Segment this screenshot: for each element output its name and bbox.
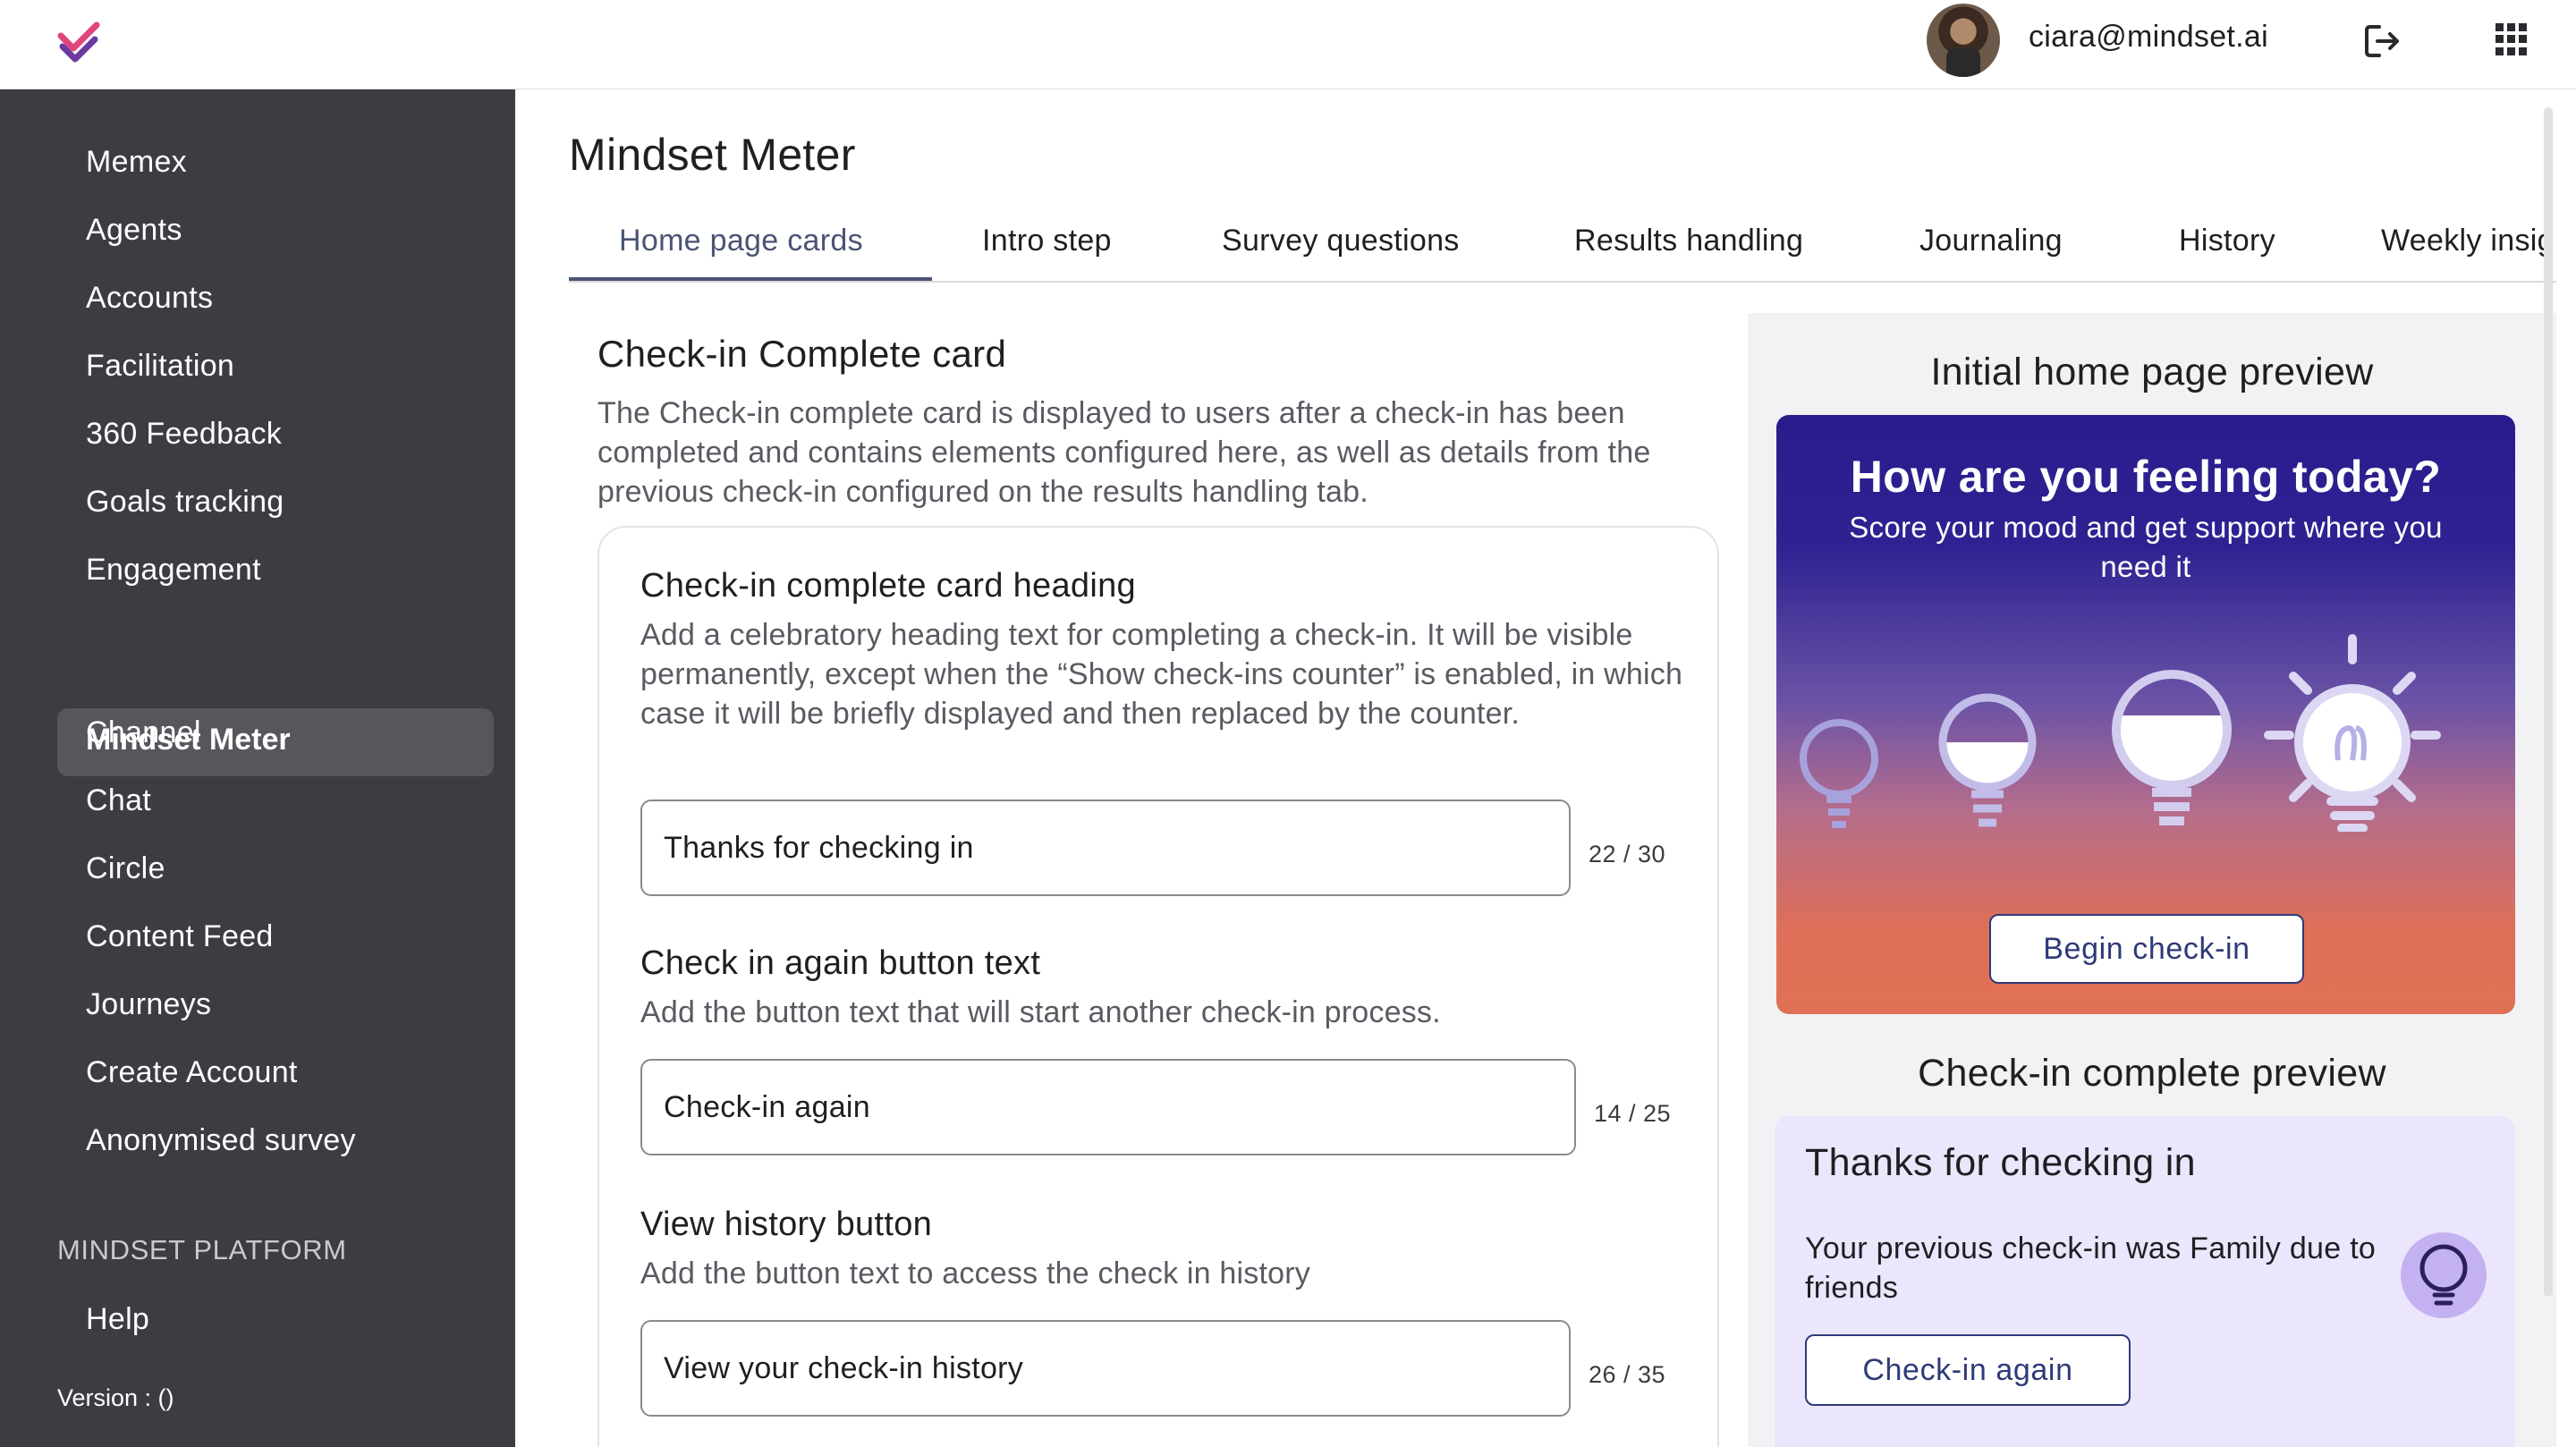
check-in-again-char-counter: 14 / 25 bbox=[1594, 1100, 1672, 1127]
view-history-input[interactable] bbox=[640, 1320, 1571, 1417]
sidebar-item-circle[interactable]: Circle bbox=[86, 851, 165, 886]
sidebar-item-content-feed[interactable]: Content Feed bbox=[86, 919, 274, 954]
field-description-view-history: Add the button text to access the check … bbox=[640, 1257, 1310, 1290]
page-title: Mindset Meter bbox=[569, 130, 856, 180]
view-history-char-counter: 26 / 35 bbox=[1589, 1361, 1666, 1388]
check-in-again-input[interactable] bbox=[640, 1059, 1576, 1155]
sidebar-item-agents[interactable]: Agents bbox=[86, 213, 182, 248]
avatar[interactable] bbox=[1927, 4, 2000, 77]
apps-grid-icon[interactable] bbox=[2496, 23, 2528, 55]
sidebar-item-create-account[interactable]: Create Account bbox=[86, 1055, 298, 1090]
sidebar-item-journeys[interactable]: Journeys bbox=[86, 987, 211, 1022]
version-text: Version : () bbox=[57, 1384, 174, 1411]
active-tab-indicator bbox=[569, 277, 932, 281]
sidebar-item-memex[interactable]: Memex bbox=[86, 145, 187, 180]
bulb-icon bbox=[2401, 1232, 2487, 1318]
sidebar-section-label: MINDSET PLATFORM bbox=[57, 1234, 347, 1265]
check-in-again-button[interactable]: Check-in again bbox=[1805, 1334, 2131, 1406]
section-title: Check-in Complete card bbox=[597, 333, 1007, 375]
logout-icon[interactable] bbox=[2361, 20, 2404, 63]
tab-journaling[interactable]: Journaling bbox=[1919, 224, 2063, 258]
complete-preview-heading: Check-in complete preview bbox=[1918, 1052, 2386, 1095]
sidebar-item-accounts[interactable]: Accounts bbox=[86, 281, 213, 316]
sidebar-item-facilitation[interactable]: Facilitation bbox=[86, 349, 234, 384]
sidebar-item-anonymised-survey[interactable]: Anonymised survey bbox=[86, 1123, 356, 1158]
tab-history[interactable]: History bbox=[2179, 224, 2275, 258]
field-title-view-history: View history button bbox=[640, 1206, 933, 1243]
tab-bar: Home page cards Intro step Survey questi… bbox=[569, 215, 2556, 283]
sidebar-item-channel[interactable]: Channel bbox=[86, 715, 201, 750]
tab-home-page-cards[interactable]: Home page cards bbox=[619, 224, 863, 258]
home-page-card-preview: How are you feeling today? Score your mo… bbox=[1776, 415, 2515, 1014]
bulb-half-icon bbox=[1938, 693, 2037, 827]
section-description: The Check-in complete card is displayed … bbox=[597, 396, 1651, 509]
field-title-check-in-again: Check in again button text bbox=[640, 944, 1041, 982]
sidebar-item-360-feedback[interactable]: 360 Feedback bbox=[86, 417, 282, 452]
scrollbar[interactable] bbox=[2544, 107, 2553, 1297]
tab-weekly-insights[interactable]: Weekly insig bbox=[2381, 224, 2555, 258]
mindset-logo[interactable] bbox=[54, 16, 104, 66]
home-preview-heading: Initial home page preview bbox=[1930, 351, 2374, 393]
complete-card-text: Your previous check-in was Family due to… bbox=[1805, 1231, 2377, 1305]
bulb-empty-icon bbox=[1800, 719, 1878, 828]
complete-card-title: Thanks for checking in bbox=[1805, 1141, 2196, 1184]
bulb-mostly-full-icon bbox=[2112, 670, 2232, 825]
tab-results-handling[interactable]: Results handling bbox=[1574, 224, 1803, 258]
lightbulbs-illustration bbox=[1800, 634, 2441, 832]
field-title-heading: Check-in complete card heading bbox=[640, 567, 1136, 605]
home-card-subtitle: Score your mood and get support where yo… bbox=[1849, 511, 2443, 583]
field-description-check-in-again: Add the button text that will start anot… bbox=[640, 995, 1441, 1029]
bulb-shining-icon bbox=[2264, 634, 2441, 832]
sidebar-item-help[interactable]: Help bbox=[86, 1302, 149, 1337]
sidebar-item-goals-tracking[interactable]: Goals tracking bbox=[86, 485, 284, 520]
tab-intro-step[interactable]: Intro step bbox=[982, 224, 1112, 258]
check-in-complete-card-preview: Thanks for checking in Your previous che… bbox=[1775, 1116, 2515, 1447]
sidebar: Memex Agents Accounts Facilitation 360 F… bbox=[0, 89, 515, 1447]
begin-check-in-button[interactable]: Begin check-in bbox=[1989, 914, 2304, 984]
sidebar-item-engagement[interactable]: Engagement bbox=[86, 553, 261, 588]
field-description-heading: Add a celebratory heading text for compl… bbox=[640, 618, 1683, 731]
heading-char-counter: 22 / 30 bbox=[1589, 841, 1666, 867]
tab-survey-questions[interactable]: Survey questions bbox=[1222, 224, 1460, 258]
heading-text-input[interactable] bbox=[640, 800, 1571, 896]
sidebar-item-chat[interactable]: Chat bbox=[86, 783, 151, 818]
user-email: ciara@mindset.ai bbox=[2029, 20, 2268, 54]
home-card-title: How are you feeling today? bbox=[1850, 452, 2442, 502]
top-bar: ciara@mindset.ai bbox=[0, 0, 2576, 89]
